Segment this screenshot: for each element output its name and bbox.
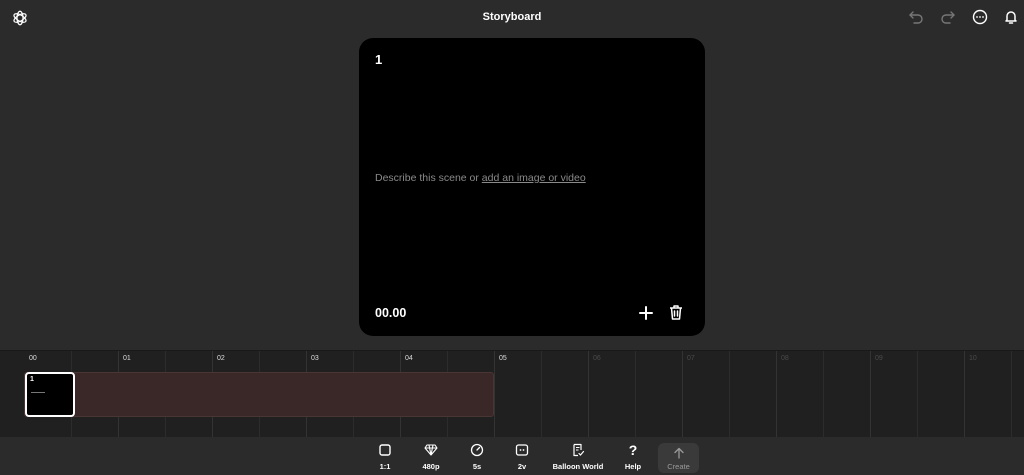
redo-icon[interactable] bbox=[940, 9, 956, 25]
preset-label: Balloon World bbox=[552, 462, 604, 471]
timeline[interactable]: 00 01 02 03 04 05 06 07 08 09 10 1 bbox=[0, 350, 1024, 437]
ruler-tick-label: 10 bbox=[969, 355, 977, 362]
ruler-tick-label: 02 bbox=[217, 355, 225, 362]
scene-number: 1 bbox=[375, 52, 383, 67]
delete-scene-button[interactable] bbox=[668, 304, 684, 321]
timeline-gridline-half bbox=[635, 351, 636, 437]
timeline-gridline-half bbox=[1011, 351, 1012, 437]
timeline-gridline bbox=[588, 351, 589, 437]
scene-canvas[interactable]: 1 Describe this scene or add an image or… bbox=[359, 38, 705, 336]
undo-icon[interactable] bbox=[908, 9, 924, 25]
clip-number: 1 bbox=[30, 376, 34, 383]
ruler-tick-label: 09 bbox=[875, 355, 883, 362]
timeline-gridline-half bbox=[917, 351, 918, 437]
timeline-gridline bbox=[682, 351, 683, 437]
timeline-gridline-half bbox=[823, 351, 824, 437]
help-label: Help bbox=[624, 462, 642, 471]
ruler-tick-label: 05 bbox=[499, 355, 507, 362]
add-media-link[interactable]: add an image or video bbox=[482, 172, 586, 184]
ruler-tick-label: 00 bbox=[29, 355, 37, 362]
arrow-up-icon bbox=[673, 447, 684, 459]
bottom-toolbar: 1:1 480p 5s 2v Balloon World ? Help Crea… bbox=[0, 437, 1024, 475]
square-icon bbox=[379, 444, 391, 456]
bell-icon[interactable] bbox=[1003, 9, 1019, 25]
preset-document-icon bbox=[573, 443, 585, 457]
page-title: Storyboard bbox=[482, 11, 542, 23]
create-button[interactable]: Create bbox=[658, 443, 699, 473]
diamond-icon bbox=[424, 444, 438, 456]
variations-button[interactable]: 2v bbox=[492, 443, 552, 471]
timeline-gridline bbox=[870, 351, 871, 437]
ruler-tick-label: 01 bbox=[123, 355, 131, 362]
timeline-gridline bbox=[776, 351, 777, 437]
clip-thumbnail-placeholder bbox=[31, 392, 45, 393]
scene-prompt[interactable]: Describe this scene or add an image or v… bbox=[375, 172, 586, 184]
timeline-gridline bbox=[964, 351, 965, 437]
clock-icon bbox=[470, 443, 484, 457]
preset-button[interactable]: Balloon World bbox=[548, 443, 608, 471]
ruler-tick-label: 06 bbox=[593, 355, 601, 362]
variations-label: 2v bbox=[517, 462, 527, 471]
help-button[interactable]: ? Help bbox=[603, 443, 663, 471]
timeline-gridline-half bbox=[729, 351, 730, 437]
timeline-gridline-half bbox=[541, 351, 542, 437]
top-bar: Storyboard bbox=[0, 0, 1024, 36]
timeline-clip[interactable] bbox=[24, 372, 494, 417]
ruler-tick-label: 07 bbox=[687, 355, 695, 362]
question-mark-icon: ? bbox=[628, 442, 638, 458]
add-scene-button[interactable] bbox=[638, 305, 654, 321]
scene-prompt-text: Describe this scene or bbox=[375, 172, 482, 184]
trash-icon bbox=[670, 305, 682, 320]
scene-timecode: 00.00 bbox=[375, 306, 407, 320]
ruler-tick-label: 04 bbox=[405, 355, 413, 362]
plus-icon bbox=[639, 306, 653, 320]
ruler-tick-label: 08 bbox=[781, 355, 789, 362]
timeline-gridline bbox=[494, 351, 495, 437]
variations-icon bbox=[515, 444, 529, 456]
clip-thumbnail[interactable]: 1 bbox=[25, 372, 75, 417]
ruler-tick-label: 03 bbox=[311, 355, 319, 362]
more-icon[interactable] bbox=[972, 9, 988, 25]
create-label: Create bbox=[667, 462, 690, 471]
